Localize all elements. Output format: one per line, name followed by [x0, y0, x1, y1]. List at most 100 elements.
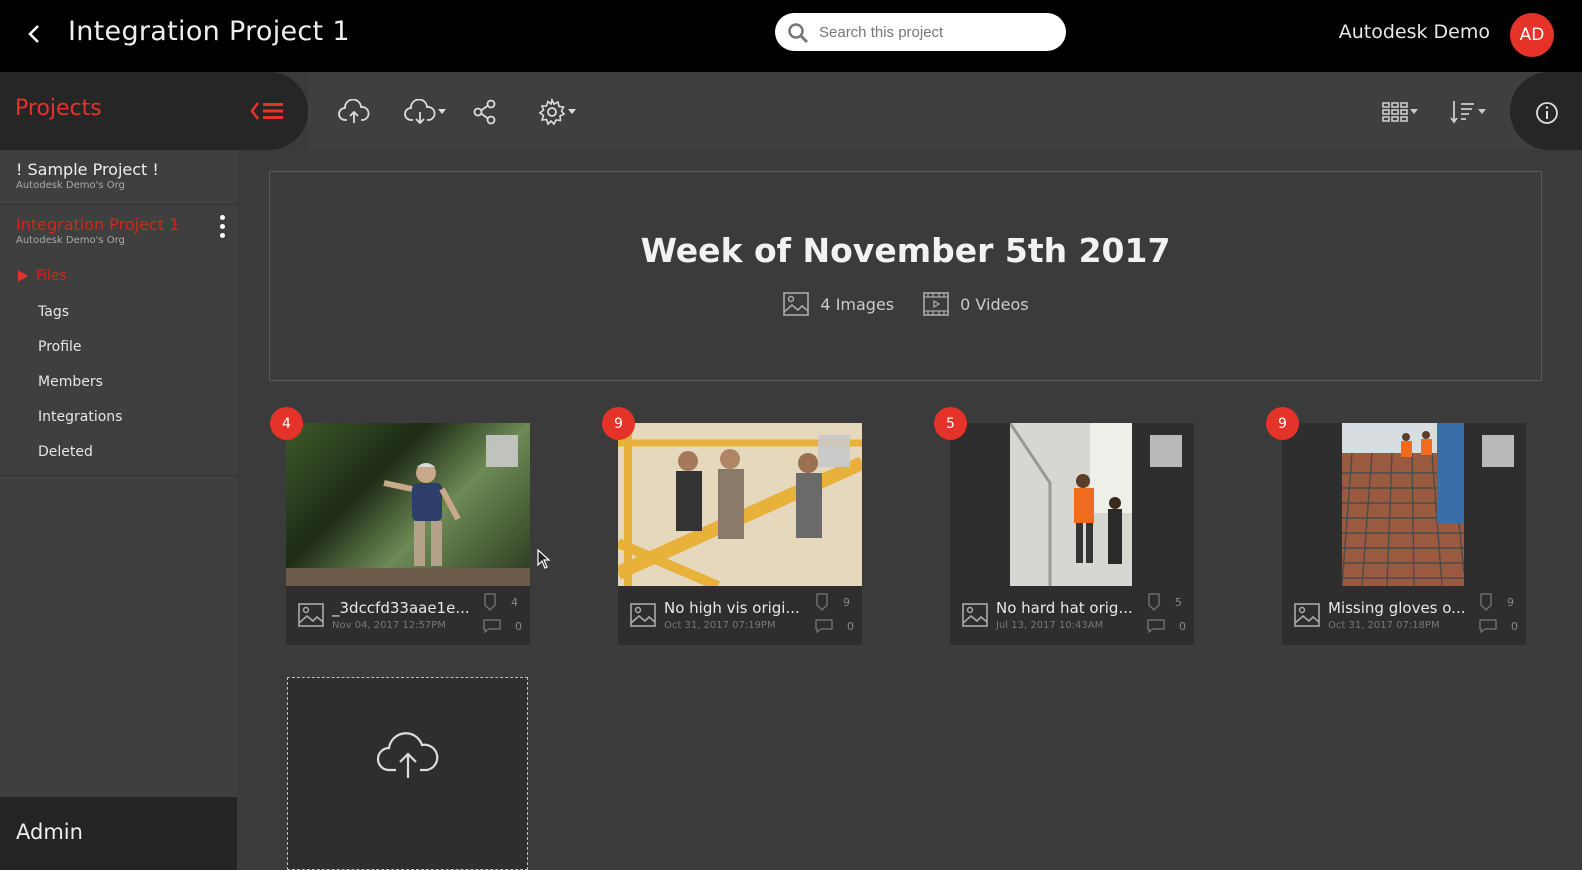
file-date: Nov 04, 2017 12:57PM	[332, 620, 446, 631]
sort-button[interactable]	[1450, 96, 1486, 128]
image-thumbnail[interactable]	[618, 423, 862, 586]
project-item-integration[interactable]: Integration Project 1 Autodesk Demo's Or…	[0, 207, 237, 259]
project-org: Autodesk Demo's Org	[16, 235, 125, 246]
caret-right-icon	[18, 270, 28, 282]
image-thumbnail[interactable]	[1010, 423, 1132, 586]
select-checkbox[interactable]	[1482, 435, 1514, 467]
toolbar	[308, 72, 1582, 150]
rebar-photo	[1342, 423, 1464, 586]
mouse-cursor-icon	[537, 549, 551, 569]
admin-link[interactable]: Admin	[0, 797, 237, 870]
tag-icon	[1480, 593, 1492, 611]
select-checkbox[interactable]	[818, 435, 850, 467]
image-card[interactable]: No hard hat orig... Jul 13, 2017 10:43AM…	[950, 423, 1194, 645]
projects-label[interactable]: Projects	[15, 96, 102, 121]
upload-dropzone[interactable]	[287, 677, 528, 870]
image-card[interactable]: Missing gloves o... Oct 31, 2017 07:18PM…	[1282, 423, 1526, 645]
chevron-left-icon	[28, 25, 39, 43]
tag-count: 4	[483, 593, 518, 611]
tag-count: 9	[815, 593, 850, 611]
divider	[0, 204, 237, 205]
tag-badge: 5	[934, 407, 967, 440]
back-button[interactable]	[20, 20, 48, 48]
project-item-sample[interactable]: ! Sample Project ! Autodesk Demo's Org	[0, 152, 237, 204]
file-date: Oct 31, 2017 07:18PM	[1328, 620, 1440, 631]
search-bar[interactable]	[775, 13, 1066, 51]
video-count: 0 Videos	[960, 294, 1029, 314]
comment-icon	[1147, 619, 1165, 633]
sidebar-item-deleted[interactable]: Deleted	[38, 444, 93, 460]
comment-count: 0	[1479, 619, 1518, 633]
upload-button[interactable]	[338, 96, 370, 128]
tag-count: 9	[1479, 593, 1514, 611]
comment-count: 0	[1147, 619, 1186, 633]
caret-down-icon	[568, 109, 576, 114]
sidebar-header: Projects	[0, 72, 308, 150]
video-icon	[923, 292, 949, 316]
tag-count-value: 5	[1175, 595, 1182, 609]
tag-count-value: 4	[511, 595, 518, 609]
download-button[interactable]	[404, 96, 446, 128]
divider	[0, 475, 237, 476]
comment-count-value: 0	[847, 619, 854, 633]
sidebar-item-profile[interactable]: Profile	[38, 339, 82, 355]
project-options-button[interactable]	[215, 215, 229, 245]
tag-icon	[816, 593, 828, 611]
sidebar-item-tags[interactable]: Tags	[38, 304, 69, 320]
comment-count: 0	[483, 619, 522, 633]
top-bar: Integration Project 1 Autodesk Demo AD	[0, 0, 1582, 72]
comment-icon	[1479, 619, 1497, 633]
view-mode-button[interactable]	[1382, 96, 1418, 128]
caret-down-icon	[438, 109, 446, 114]
sidebar-item-members[interactable]: Members	[38, 374, 103, 390]
week-stats: 4 Images 0 Videos	[270, 290, 1541, 318]
upload-cloud-icon	[338, 99, 370, 123]
image-thumbnail[interactable]	[1342, 423, 1464, 586]
image-thumbnail[interactable]	[286, 423, 530, 586]
settings-icon	[538, 98, 566, 126]
project-name: Integration Project 1	[16, 215, 180, 234]
image-card[interactable]: No high vis origi... Oct 31, 2017 07:19P…	[618, 423, 862, 645]
image-count: 4 Images	[820, 294, 895, 314]
file-name: No high vis origi...	[664, 599, 800, 617]
file-date: Oct 31, 2017 07:19PM	[664, 620, 776, 631]
select-checkbox[interactable]	[1150, 435, 1182, 467]
tag-badge: 9	[1266, 407, 1299, 440]
image-icon	[298, 603, 324, 627]
file-name: _3dccfd33aae1e...	[332, 599, 470, 617]
share-icon	[473, 99, 496, 125]
info-icon	[1536, 102, 1558, 124]
sidebar-item-integrations[interactable]: Integrations	[38, 409, 122, 425]
upload-cloud-icon	[376, 732, 439, 778]
avatar[interactable]: AD	[1510, 13, 1554, 57]
image-card[interactable]: _3dccfd33aae1e... Nov 04, 2017 12:57PM 4…	[286, 423, 530, 645]
comment-count: 0	[815, 619, 854, 633]
grid-view-icon	[1382, 102, 1408, 122]
project-org: Autodesk Demo's Org	[16, 180, 125, 191]
download-cloud-icon	[404, 99, 436, 125]
select-checkbox[interactable]	[486, 435, 518, 467]
tag-icon	[1148, 593, 1160, 611]
collapse-menu-icon[interactable]	[250, 98, 286, 124]
caret-down-icon	[1410, 109, 1418, 114]
sidebar-item-files[interactable]: Files	[18, 268, 67, 284]
image-icon	[1294, 603, 1320, 627]
comment-icon	[483, 619, 501, 633]
week-title: Week of November 5th 2017	[640, 231, 1171, 270]
image-icon	[962, 603, 988, 627]
tag-count-value: 9	[1507, 595, 1514, 609]
comment-count-value: 0	[515, 619, 522, 633]
info-button[interactable]	[1535, 97, 1559, 129]
file-name: Missing gloves o...	[1328, 599, 1466, 617]
tag-badge: 9	[602, 407, 635, 440]
file-date: Jul 13, 2017 10:43AM	[996, 620, 1104, 631]
user-name[interactable]: Autodesk Demo	[1300, 21, 1490, 43]
settings-button[interactable]	[538, 96, 576, 128]
share-button[interactable]	[472, 96, 498, 128]
project-name: ! Sample Project !	[16, 160, 159, 179]
search-input[interactable]	[819, 13, 1054, 51]
week-summary: Week of November 5th 2017 4 Images 0 Vid…	[269, 171, 1542, 381]
files-label: Files	[36, 268, 67, 284]
tag-count: 5	[1147, 593, 1182, 611]
search-icon	[788, 23, 809, 44]
